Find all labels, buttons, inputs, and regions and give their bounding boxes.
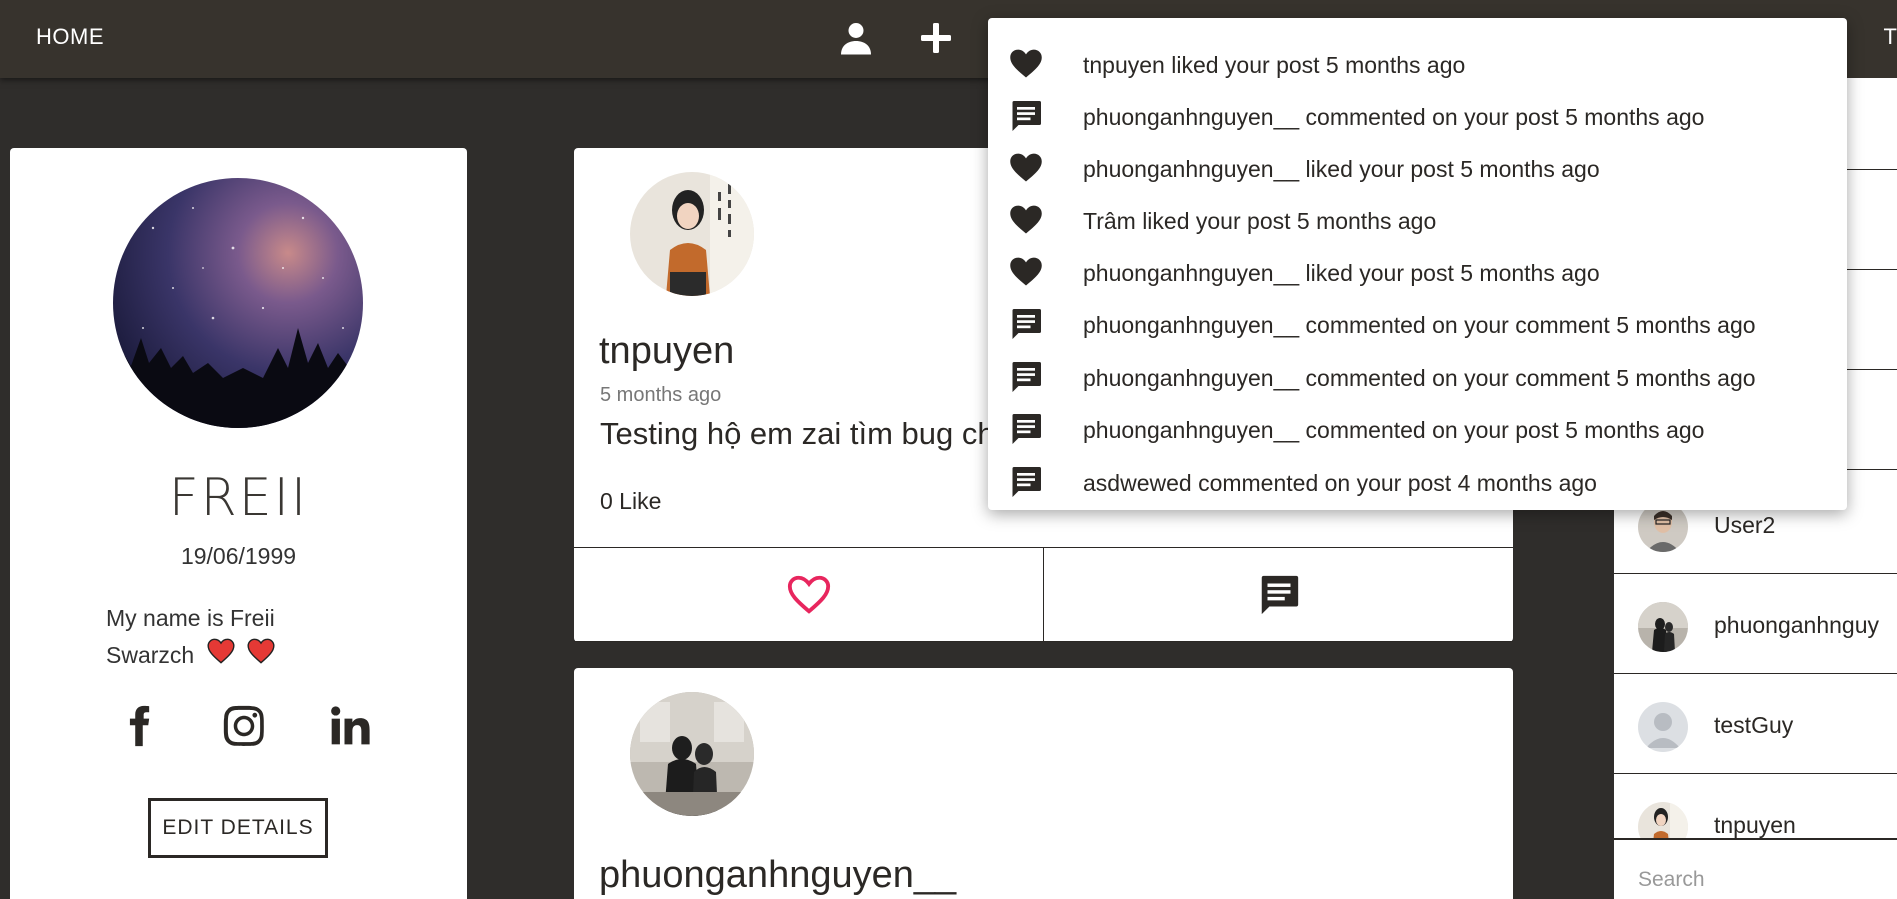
user-name: User2 — [1714, 512, 1776, 538]
user-list-item[interactable]: phuonganhnguy — [1614, 574, 1897, 674]
facebook-icon[interactable] — [118, 704, 162, 748]
post-author-name[interactable]: phuonganhnguyen__ — [599, 854, 956, 897]
notification-text: phuonganhnguyen__ commented on your comm… — [1083, 312, 1756, 338]
notification-text: phuonganhnguyen__ commented on your post… — [1083, 417, 1705, 443]
linkedin-icon[interactable] — [328, 704, 372, 748]
notification-item[interactable]: phuonganhnguyen__ liked your post 5 mont… — [988, 242, 1847, 294]
notification-item[interactable]: asdwewed commented on your post 4 months… — [988, 452, 1847, 504]
user-avatar — [1638, 702, 1688, 752]
notification-item[interactable]: phuonganhnguyen__ commented on your comm… — [988, 347, 1847, 399]
comment-icon — [1008, 464, 1044, 500]
heart-icon — [1008, 46, 1044, 82]
user-list-item[interactable]: testGuy — [1614, 674, 1897, 774]
post-author-avatar[interactable] — [630, 692, 754, 816]
nav-right-label[interactable]: T — [1884, 24, 1897, 50]
heart-emoji-icon — [247, 638, 275, 675]
instagram-icon[interactable] — [222, 704, 266, 748]
notification-item[interactable]: phuonganhnguyen__ liked your post 5 mont… — [988, 138, 1847, 190]
comment-icon — [1008, 98, 1044, 134]
notification-text: phuonganhnguyen__ commented on your post… — [1083, 104, 1705, 130]
profile-card: FREII 19/06/1999 My name is Freii Swarzc… — [10, 148, 467, 899]
notification-item[interactable]: phuonganhnguyen__ commented on your comm… — [988, 294, 1847, 346]
heart-emoji-icon — [207, 638, 235, 675]
user-name: testGuy — [1714, 712, 1794, 738]
search-input[interactable] — [1638, 868, 1878, 892]
post-author-avatar[interactable] — [630, 172, 754, 296]
user-name: phuonganhnguy — [1714, 612, 1879, 638]
post-like-count: 0 Like — [600, 488, 662, 514]
profile-name: FREII — [168, 468, 309, 528]
notification-item[interactable]: phuonganhnguyen__ commented on your post… — [988, 399, 1847, 451]
user-search-bar — [1614, 838, 1897, 899]
profile-dob: 19/06/1999 — [180, 543, 297, 569]
comment-icon — [1008, 306, 1044, 342]
heart-icon — [1008, 254, 1044, 290]
like-button[interactable] — [574, 548, 1043, 641]
notification-text: phuonganhnguyen__ liked your post 5 mont… — [1083, 156, 1600, 182]
comment-icon — [1008, 411, 1044, 447]
notification-item[interactable]: tnpuyen liked your post 5 months ago — [988, 34, 1847, 86]
notification-item[interactable]: phuonganhnguyen__ commented on your post… — [988, 86, 1847, 138]
notification-text: phuonganhnguyen__ commented on your comm… — [1083, 365, 1756, 391]
comment-icon — [1261, 575, 1298, 614]
heart-icon — [1008, 202, 1044, 238]
heart-outline-icon — [787, 575, 830, 614]
notification-text: tnpuyen liked your post 5 months ago — [1083, 52, 1466, 78]
notification-text: Trâm liked your post 5 months ago — [1083, 208, 1437, 234]
plus-icon[interactable] — [918, 20, 954, 56]
notification-text: phuonganhnguyen__ liked your post 5 mont… — [1083, 260, 1600, 286]
comment-button[interactable] — [1043, 548, 1513, 641]
profile-bio: My name is Freii Swarzch — [106, 600, 366, 675]
user-name: tnpuyen — [1714, 812, 1796, 838]
post-actions — [574, 547, 1513, 642]
home-link[interactable]: HOME — [36, 24, 104, 50]
post-content: Testing hộ em zai tìm bug ch — [600, 416, 995, 451]
comment-icon — [1008, 359, 1044, 395]
user-icon[interactable] — [838, 20, 874, 56]
post-card: phuonganhnguyen__ — [574, 668, 1513, 899]
user-avatar — [1638, 602, 1688, 652]
profile-avatar — [113, 178, 363, 428]
post-timestamp: 5 months ago — [600, 384, 722, 406]
notification-item[interactable]: Trâm liked your post 5 months ago — [988, 190, 1847, 242]
heart-icon — [1008, 150, 1044, 186]
notifications-dropdown: tnpuyen liked your post 5 months ago phu… — [988, 18, 1847, 510]
notification-text: asdwewed commented on your post 4 months… — [1083, 470, 1597, 496]
post-author-name[interactable]: tnpuyen — [599, 330, 734, 373]
edit-details-button[interactable]: EDIT DETAILS — [148, 798, 328, 858]
